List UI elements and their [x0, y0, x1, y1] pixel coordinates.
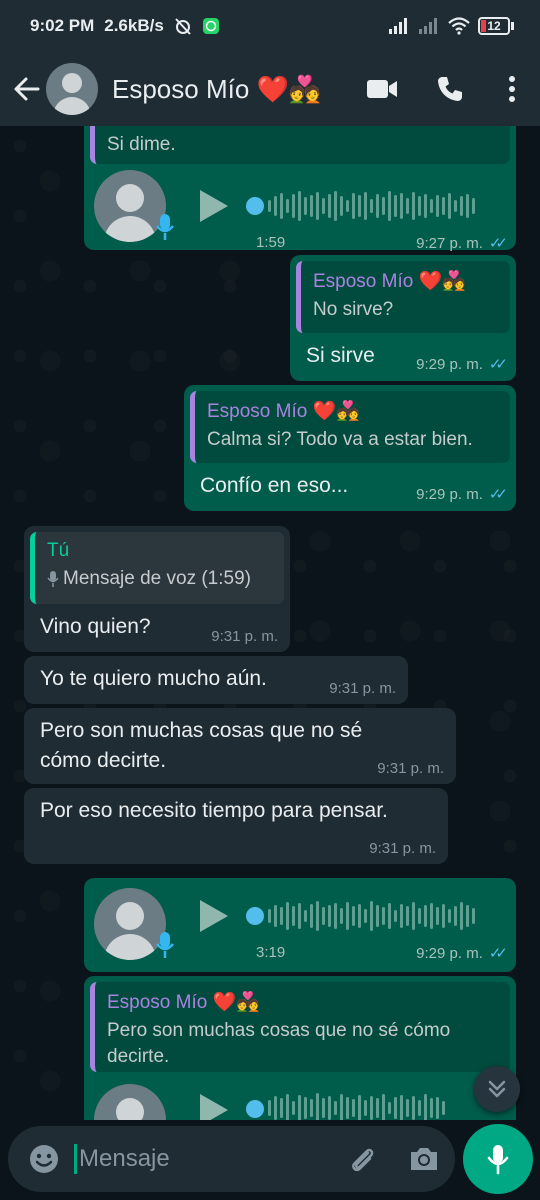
camera-icon — [411, 1148, 437, 1170]
mic-icon — [156, 932, 174, 958]
whatsapp-notification-icon — [202, 18, 219, 34]
more-vertical-icon — [509, 76, 515, 102]
phone-icon — [438, 77, 462, 101]
mic-icon — [156, 214, 174, 240]
composer-bar: Mensaje — [0, 1120, 540, 1200]
message-bubble-incoming[interactable]: Tú Mensaje de voz (1:59) Vino quien? 9:3… — [24, 526, 290, 652]
message-timestamp: 9:29 p. m. ✓✓ — [416, 355, 508, 374]
emoji-icon — [30, 1145, 58, 1173]
text-cursor — [74, 1144, 77, 1174]
message-text: Si sirve — [306, 344, 375, 367]
battery-icon: 12 — [478, 17, 514, 35]
voice-duration: 1:59 — [256, 234, 286, 251]
quoted-message[interactable]: Si dime. — [90, 126, 510, 164]
message-text: Yo te quiero mucho aún. — [40, 667, 267, 690]
quoted-sender: Esposo Mío ❤️💑 — [107, 992, 260, 1013]
chat-area[interactable]: Si dime. 1:59 9:27 p. m. ✓✓ Esposo Mío ❤️… — [0, 126, 540, 1120]
message-timestamp: 9:31 p. m. — [369, 840, 436, 857]
message-input[interactable]: Mensaje — [74, 1144, 331, 1174]
play-button[interactable] — [200, 900, 228, 932]
message-timestamp: 9:31 p. m. — [329, 680, 396, 697]
message-timestamp: 9:29 p. m. ✓✓ — [416, 485, 508, 504]
message-text: Confío en eso... — [200, 474, 349, 497]
message-bubble-outgoing[interactable]: Esposo Mío ❤️💑 Calma si? Todo va a estar… — [184, 385, 516, 511]
message-bubble-outgoing[interactable]: Si dime. 1:59 9:27 p. m. ✓✓ — [84, 126, 516, 253]
audio-waveform — [268, 1090, 445, 1120]
contact-name[interactable]: Esposo Mío ❤️💑 — [112, 74, 321, 105]
quoted-text: Pero son muchas cosas que no sé cómo dec… — [107, 1020, 451, 1067]
battery-level: 12 — [487, 19, 501, 33]
audio-waveform — [268, 898, 475, 934]
message-text: Por eso necesito tiempo para pensar. — [40, 799, 388, 822]
quoted-text: Si dime. — [107, 134, 176, 155]
message-timestamp: 9:27 p. m. ✓✓ — [416, 234, 508, 253]
status-time: 9:02 PM — [30, 16, 95, 35]
message-bubble-incoming[interactable]: Pero son muchas cosas que no sé cómo dec… — [24, 708, 456, 784]
emoji-button[interactable] — [14, 1129, 74, 1189]
voice-record-button[interactable] — [463, 1124, 533, 1194]
video-call-button[interactable] — [348, 59, 416, 119]
back-button[interactable] — [2, 59, 52, 119]
playback-slider[interactable] — [246, 197, 264, 215]
quoted-sender: Tú — [47, 540, 70, 561]
quoted-text: Calma si? Todo va a estar bien. — [207, 429, 473, 450]
alarm-off-icon — [175, 18, 191, 35]
voice-sender-avatar — [94, 1084, 166, 1120]
quoted-sender: Esposo Mío ❤️💑 — [207, 401, 360, 422]
quoted-message[interactable]: Tú Mensaje de voz (1:59) — [30, 532, 284, 604]
signal-2-icon — [419, 18, 437, 34]
camera-button[interactable] — [393, 1129, 455, 1189]
quoted-sender: Esposo Mío ❤️💑 — [313, 271, 466, 292]
message-bubble-outgoing[interactable]: 3:19 9:29 p. m. ✓✓ — [84, 878, 516, 972]
message-bubble-incoming[interactable]: Yo te quiero mucho aún. 9:31 p. m. — [24, 656, 408, 704]
playback-slider[interactable] — [246, 907, 264, 925]
voice-duration: 3:19 — [256, 944, 286, 961]
playback-slider[interactable] — [246, 1100, 264, 1118]
read-ticks-icon: ✓✓ — [488, 945, 508, 962]
play-button[interactable] — [200, 1094, 228, 1120]
read-ticks-icon: ✓✓ — [488, 356, 508, 373]
message-bubble-outgoing[interactable]: Esposo Mío ❤️💑 No sirve? Si sirve 9:29 p… — [290, 255, 516, 381]
double-chevron-down-icon — [488, 1080, 506, 1098]
chat-header: Esposo Mío ❤️💑 — [0, 52, 540, 126]
read-ticks-icon: ✓✓ — [488, 486, 508, 503]
message-bubble-outgoing[interactable]: Esposo Mío ❤️💑 Pero son muchas cosas que… — [84, 976, 516, 1120]
quoted-message[interactable]: Esposo Mío ❤️💑 Calma si? Todo va a estar… — [190, 391, 510, 463]
network-speed: 2.6kB/s — [104, 16, 164, 35]
message-bubble-incoming[interactable]: Por eso necesito tiempo para pensar. 9:3… — [24, 788, 448, 864]
wifi-icon — [448, 17, 470, 35]
message-timestamp: 9:31 p. m. — [377, 760, 444, 777]
voice-call-button[interactable] — [416, 59, 484, 119]
scroll-to-bottom-button[interactable] — [474, 1066, 520, 1112]
audio-waveform — [268, 188, 475, 224]
quoted-text: Mensaje de voz (1:59) — [47, 566, 274, 592]
contact-avatar[interactable] — [46, 63, 98, 115]
message-text: Vino quien? — [40, 615, 151, 638]
message-timestamp: 9:29 p. m. ✓✓ — [416, 944, 508, 963]
microphone-icon — [487, 1145, 509, 1175]
read-ticks-icon: ✓✓ — [488, 235, 508, 252]
arrow-back-icon — [14, 77, 40, 101]
status-bar: 9:02 PM 2.6kB/s 12 — [0, 0, 540, 52]
play-button[interactable] — [200, 190, 228, 222]
signal-icon — [389, 18, 407, 34]
message-text: Pero son muchas cosas que no sé cómo dec… — [40, 719, 363, 772]
video-camera-icon — [367, 80, 397, 98]
message-input-container: Mensaje — [8, 1126, 455, 1192]
message-input-placeholder: Mensaje — [79, 1145, 170, 1172]
quoted-message[interactable]: Esposo Mío ❤️💑 No sirve? — [296, 261, 510, 333]
more-options-button[interactable] — [484, 59, 540, 119]
mic-small-icon — [47, 571, 59, 587]
quoted-text: No sirve? — [313, 299, 394, 320]
message-timestamp: 9:31 p. m. — [211, 628, 278, 645]
paperclip-icon — [352, 1148, 374, 1172]
quoted-message[interactable]: Esposo Mío ❤️💑 Pero son muchas cosas que… — [90, 982, 510, 1072]
attach-button[interactable] — [331, 1129, 393, 1189]
